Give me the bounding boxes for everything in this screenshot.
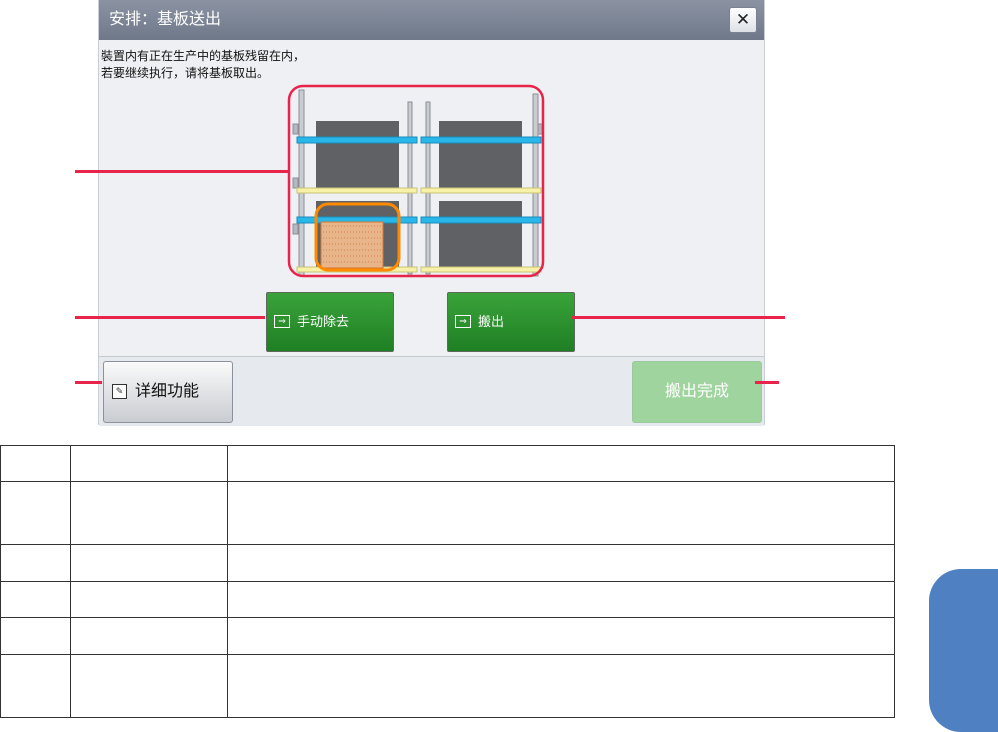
- callout-line-detail: [75, 381, 102, 384]
- table-row: [0, 481, 895, 545]
- table-cell: [70, 544, 228, 582]
- blue-rail: [420, 136, 542, 144]
- left-post-bracket: [292, 177, 299, 189]
- table-cell: [0, 581, 71, 618]
- table-cell: [70, 617, 228, 655]
- board-bottom-right: [439, 201, 522, 268]
- callout-line-manual-remove: [75, 316, 265, 319]
- left-post-bracket: [292, 123, 299, 135]
- table-cell: [227, 581, 895, 618]
- title-bar: 安排：基板送出 ✕: [99, 0, 764, 40]
- table-cell: [70, 581, 228, 618]
- yellow-rail: [296, 187, 418, 194]
- callout-line-magazine: [75, 170, 288, 173]
- table-cell: [227, 617, 895, 655]
- manual-remove-button[interactable]: ⇒ 手动除去: [266, 292, 394, 352]
- table-row: [0, 445, 895, 482]
- blue-rail: [420, 216, 542, 224]
- table-cell: [0, 544, 71, 582]
- detail-function-label: 详细功能: [135, 383, 200, 400]
- message-line-1: 裝置内有正在生产中的基板残留在内，: [101, 49, 306, 63]
- remaining-board: [320, 221, 384, 269]
- table-row: [0, 654, 895, 718]
- table-row: [0, 544, 895, 582]
- left-post: [298, 89, 305, 277]
- table-cell: [227, 481, 895, 545]
- unload-button[interactable]: ⇒ 搬出: [447, 292, 575, 352]
- unload-complete-label: 搬出完成: [664, 383, 729, 400]
- left-post-bracket: [292, 223, 299, 235]
- right-post: [532, 93, 539, 277]
- yellow-rail: [420, 266, 542, 273]
- detail-function-button[interactable]: ✎ 详细功能: [103, 361, 233, 423]
- table-cell: [227, 445, 895, 482]
- table-cell: [70, 481, 228, 545]
- table-cell: [227, 654, 895, 718]
- description-table: [0, 445, 895, 718]
- table-cell: [70, 445, 228, 482]
- detail-icon: ✎: [112, 384, 127, 399]
- bottom-bar: ✎ 详细功能 搬出完成: [99, 356, 764, 426]
- callout-line-unload-complete: [755, 381, 779, 384]
- dialog-title: 安排：基板送出: [109, 11, 222, 28]
- callout-line-unload: [572, 316, 785, 319]
- table-cell: [0, 481, 71, 545]
- board-top-left: [316, 121, 399, 188]
- table-cell: [0, 617, 71, 655]
- table-row: [0, 581, 895, 618]
- board-top-right: [439, 121, 522, 188]
- yellow-rail: [420, 187, 542, 194]
- board-magazine-illustration: [287, 84, 545, 278]
- message-line-2: 若要继续执行，请将基板取出。: [101, 66, 270, 80]
- close-button[interactable]: ✕: [729, 7, 757, 33]
- table-cell: [0, 654, 71, 718]
- manual-remove-label: 手动除去: [297, 314, 350, 329]
- chapter-side-tab: [929, 569, 998, 732]
- unload-label: 搬出: [478, 314, 505, 329]
- transfer-icon: ⇒: [455, 315, 471, 328]
- table-cell: [0, 445, 71, 482]
- close-icon: ✕: [735, 10, 751, 29]
- table-row: [0, 617, 895, 655]
- blue-rail: [296, 136, 418, 144]
- table-cell: [70, 654, 228, 718]
- transfer-icon: ⇒: [274, 315, 290, 328]
- table-cell: [227, 544, 895, 582]
- right-post-bracket: [537, 123, 543, 135]
- unload-complete-button[interactable]: 搬出完成: [632, 361, 762, 423]
- unload-dialog: 安排：基板送出 ✕ 裝置内有正在生产中的基板残留在内， 若要继续执行，请将基板取…: [98, 0, 765, 426]
